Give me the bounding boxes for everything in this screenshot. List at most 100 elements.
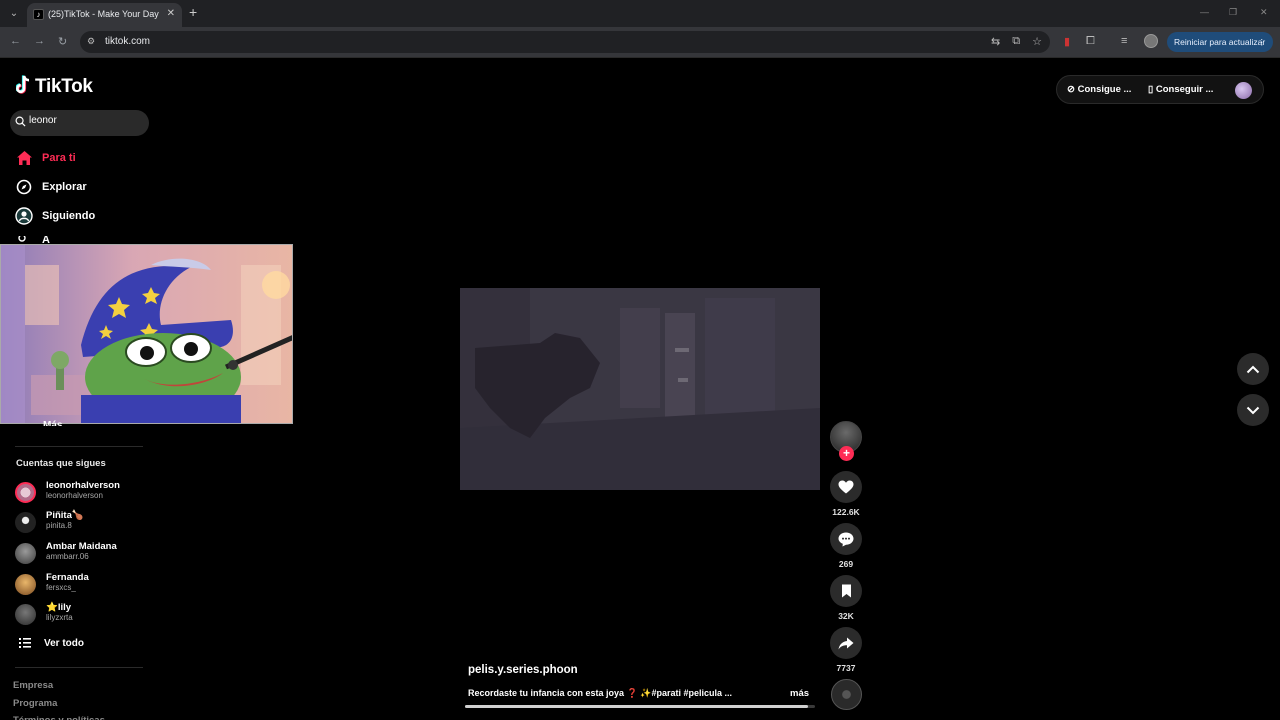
forward-icon[interactable]: → (34, 35, 45, 47)
comment-icon (838, 532, 854, 546)
like-count: 122.6K (832, 507, 860, 517)
video-description: Recordaste tu infancia con esta joya ❓ ✨… (468, 688, 732, 698)
chevron-down-icon (1246, 406, 1260, 414)
music-disc[interactable] (831, 679, 862, 710)
video-player[interactable] (460, 288, 820, 490)
save-count: 32K (838, 611, 854, 621)
reading-list-icon[interactable]: ≡ (1121, 35, 1127, 47)
nav-label-explorar: Explorar (42, 181, 87, 193)
phone-icon: ▯ (1148, 84, 1154, 95)
bookmark-icon (841, 584, 851, 598)
nav-item-para-ti[interactable]: Para ti (15, 148, 76, 168)
footer-link-terms[interactable]: Términos y políticas (13, 715, 105, 720)
translate-icon[interactable]: ⇆ (991, 35, 1000, 48)
video-progress-bar[interactable] (465, 705, 815, 708)
search-box[interactable] (10, 110, 149, 136)
following-icon (15, 207, 33, 225)
minimize-button[interactable]: — (1200, 7, 1209, 17)
heart-icon (838, 480, 854, 494)
url-text[interactable]: tiktok.com (105, 36, 150, 47)
tab-search-button[interactable]: ⌄ (6, 6, 22, 22)
update-button[interactable]: Reiniciar para actualizar ⋮ (1167, 32, 1273, 52)
sidebar-divider (15, 446, 143, 447)
more-vert-icon: ⋮ (1257, 37, 1267, 47)
like-button[interactable] (830, 471, 862, 503)
browser-tab[interactable]: ♪ (25)TikTok - Make Your Day ✕ (27, 3, 182, 27)
back-icon[interactable]: ← (10, 35, 21, 47)
chevron-up-icon (1246, 365, 1260, 373)
profile-avatar[interactable] (1144, 34, 1158, 48)
get-coins-button[interactable]: ⊘ Consigue ... (1067, 84, 1131, 95)
search-icon (15, 116, 26, 127)
browser-toolbar: ← → ↻ ⚙ tiktok.com ⇆ ⧉ ☆ ▮ ⧠ ≡ Reiniciar… (0, 27, 1280, 58)
video-progress-fill (465, 705, 808, 708)
following-section-title: Cuentas que sigues (16, 458, 106, 469)
share-icon (838, 637, 854, 649)
avatar (15, 574, 36, 595)
follow-plus-icon[interactable]: + (839, 446, 854, 461)
nav-label-siguiendo: Siguiendo (42, 210, 96, 222)
extensions-puzzle-icon[interactable]: ⧠ (1086, 35, 1095, 48)
search-input[interactable] (29, 115, 144, 126)
nav-label-para-ti: Para ti (42, 152, 76, 164)
streamer-overlay-image (0, 244, 293, 424)
update-button-label: Reiniciar para actualizar (1174, 37, 1266, 47)
user-avatar[interactable] (1235, 82, 1252, 99)
coin-icon: ⊘ (1067, 84, 1075, 95)
maximize-button[interactable]: ❐ (1229, 7, 1237, 18)
nav-item-siguiendo[interactable]: Siguiendo (15, 206, 95, 226)
see-all-button[interactable]: Ver todo (19, 637, 84, 650)
see-all-label: Ver todo (44, 638, 85, 649)
like-action[interactable]: 122.6K (830, 471, 863, 517)
comment-action[interactable]: 269 (830, 523, 863, 569)
home-icon (15, 149, 33, 167)
browser-tab-bar: ⌄ ♪ (25)TikTok - Make Your Day ✕ + — ❐ ✕ (0, 0, 1280, 27)
avatar (15, 604, 36, 625)
friends-icon (15, 236, 33, 244)
reload-icon[interactable]: ↻ (58, 35, 67, 48)
footer-link-programa[interactable]: Programa (13, 698, 57, 709)
comment-button[interactable] (830, 523, 862, 555)
account-name: leonorhalverson (46, 480, 120, 491)
compass-icon (15, 178, 33, 196)
nav-item-explorar[interactable]: Explorar (15, 177, 87, 197)
more-link-partial[interactable]: Más (43, 420, 62, 426)
nav-item-partial[interactable]: A (15, 236, 50, 244)
new-tab-button[interactable]: + (189, 5, 197, 19)
account-name: Piñita🍗 (46, 510, 84, 521)
account-name: ⭐lily (46, 602, 72, 613)
video-frame-image (460, 288, 820, 490)
tab-close-icon[interactable]: ✕ (167, 8, 175, 19)
tab-title: (25)TikTok - Make Your Day (48, 9, 159, 19)
tiktok-favicon-icon: ♪ (33, 9, 44, 20)
account-handle: pinita.8 (46, 521, 72, 530)
avatar (15, 512, 36, 533)
account-handle: ammbarr.06 (46, 552, 89, 561)
save-button[interactable] (830, 575, 862, 607)
video-author[interactable]: pelis.y.series.phoon (468, 664, 578, 676)
share-button[interactable] (830, 627, 862, 659)
avatar (15, 482, 36, 503)
account-handle: leonorhalverson (46, 491, 103, 500)
account-handle: fersxcs_ (46, 583, 76, 592)
site-info-icon[interactable]: ⚙ (87, 36, 95, 47)
description-more-button[interactable]: más (790, 688, 809, 699)
previous-video-button[interactable] (1237, 353, 1269, 385)
get-app-button[interactable]: ▯ Conseguir ... (1148, 84, 1213, 95)
bookmark-star-icon[interactable]: ☆ (1032, 35, 1042, 48)
logo-text: TikTok (35, 76, 93, 97)
nav-label-partial: A (42, 236, 50, 244)
footer-link-empresa[interactable]: Empresa (13, 680, 53, 691)
close-window-button[interactable]: ✕ (1260, 7, 1268, 18)
install-app-icon[interactable]: ⧉ (1012, 35, 1020, 48)
save-action[interactable]: 32K (830, 575, 863, 621)
sidebar-divider (15, 667, 143, 668)
share-count: 7737 (836, 663, 856, 673)
extension-icon[interactable]: ▮ (1064, 35, 1070, 48)
next-video-button[interactable] (1237, 394, 1269, 426)
tiktok-logo[interactable]: TikTok (15, 74, 93, 98)
share-action[interactable]: 7737 (830, 627, 863, 673)
header-actions: ⊘ Consigue ... ▯ Conseguir ... (1056, 75, 1264, 104)
get-app-label: Conseguir ... (1155, 84, 1214, 95)
address-bar[interactable]: ⚙ tiktok.com ⇆ ⧉ ☆ (80, 31, 1050, 53)
